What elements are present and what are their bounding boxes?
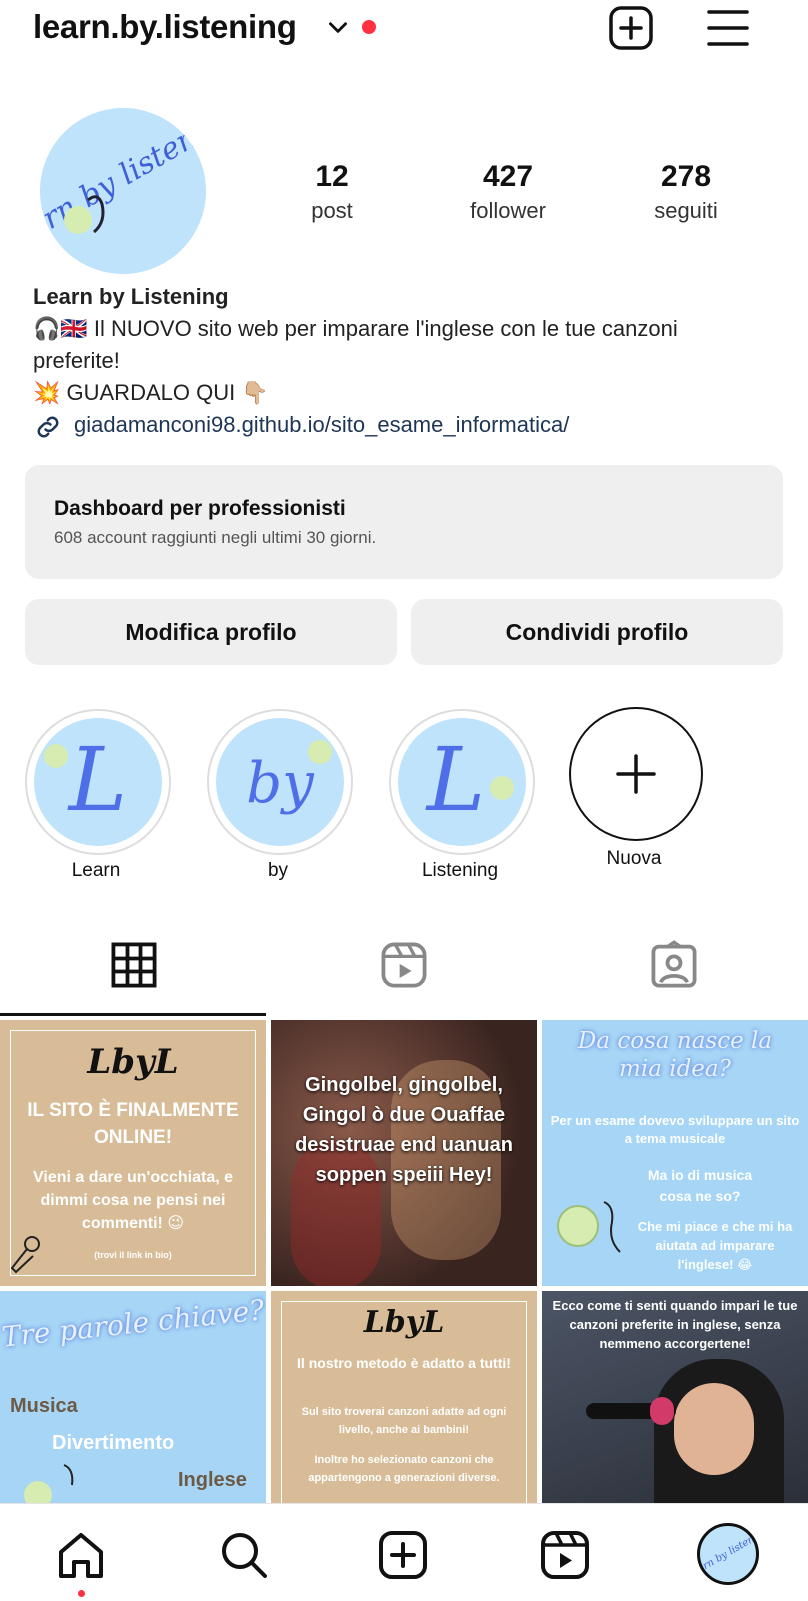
bio-line: 💥 GUARDALO QUI 👇🏼 bbox=[33, 380, 269, 405]
highlight-cover: L bbox=[44, 728, 127, 831]
professional-dashboard-card[interactable] bbox=[25, 465, 783, 579]
highlight-cover: by bbox=[246, 740, 332, 816]
globe-headphones-icon bbox=[557, 1201, 621, 1253]
bio-line: 🎧🇬🇧 Il NUOVO sito web per imparare l'ing… bbox=[33, 316, 678, 341]
highlight-label: Nuova bbox=[606, 848, 662, 869]
post-title: Il nostro metodo è adatto a tutti! bbox=[297, 1355, 511, 1371]
post-body: Inoltre ho selezionato canzoni che appar… bbox=[308, 1454, 500, 1485]
post-caption: Gingolbel, gingolbel, Gingol ò due Ouaff… bbox=[295, 1074, 513, 1186]
post-caption: Ecco come ti senti quando impari le tue … bbox=[552, 1298, 798, 1351]
stat-value: 278 bbox=[660, 160, 712, 193]
avatar-logo: Learn by listening bbox=[700, 1526, 756, 1582]
highlight-label: Learn bbox=[71, 860, 121, 881]
keyword: Divertimento bbox=[52, 1432, 175, 1454]
reels-nav-icon[interactable] bbox=[538, 1528, 592, 1582]
avatar-logo: Learn by listening bbox=[40, 108, 206, 274]
home-icon[interactable] bbox=[54, 1528, 108, 1582]
post-tile[interactable]: Ecco come ti senti quando impari le tue … bbox=[542, 1291, 808, 1503]
microphone-icon bbox=[10, 1236, 40, 1274]
post-logo: LbyL bbox=[363, 1305, 445, 1340]
highlight-listening[interactable]: L bbox=[389, 709, 535, 855]
bio-link[interactable]: giadamanconi98.github.io/sito_esame_info… bbox=[74, 412, 569, 438]
grid-icon[interactable] bbox=[108, 939, 160, 991]
chevron-down-icon[interactable] bbox=[325, 14, 351, 40]
dashboard-subtitle: 608 account raggiunti negli ultimi 30 gi… bbox=[54, 528, 377, 547]
profile-avatar-nav[interactable]: Learn by listening bbox=[697, 1523, 759, 1585]
svg-text:L: L bbox=[425, 728, 485, 831]
stat-label: follower bbox=[470, 198, 546, 223]
link-icon bbox=[37, 416, 59, 438]
post-body: Sul sito troverai canzoni adatte ad ogni… bbox=[301, 1406, 507, 1437]
post-tile[interactable]: LbyL Il nostro metodo è adatto a tutti! … bbox=[271, 1291, 537, 1503]
keyword: Musica bbox=[10, 1395, 78, 1417]
highlight-label: Listening bbox=[421, 860, 499, 881]
stat-posts[interactable]: 12 post bbox=[257, 160, 407, 224]
svg-text:Learn by listening: Learn by listening bbox=[700, 1526, 756, 1582]
keyword: Inglese bbox=[178, 1469, 247, 1491]
tagged-icon[interactable] bbox=[648, 939, 700, 991]
search-icon[interactable] bbox=[217, 1528, 271, 1582]
post-title: IL SITO È FINALMENTE ONLINE! bbox=[27, 1100, 239, 1148]
post-body: Vieni a dare un'occhiata, e dimmi cosa n… bbox=[32, 1169, 234, 1233]
globe-headphones-icon bbox=[24, 1464, 74, 1503]
svg-text:by: by bbox=[246, 751, 315, 816]
profile-display-name: Learn by Listening bbox=[33, 284, 229, 309]
post-body: Che mi piace e che mi ha aiutata ad impa… bbox=[637, 1219, 793, 1272]
post-tile[interactable]: Tre parole chiave? Musica Divertimento I… bbox=[0, 1291, 266, 1503]
home-notification-dot bbox=[78, 1590, 85, 1597]
active-tab-indicator bbox=[0, 1013, 266, 1016]
profile-username[interactable]: learn.by.listening bbox=[33, 8, 297, 46]
plus-icon bbox=[616, 754, 656, 794]
edit-profile-button[interactable]: Modifica profilo bbox=[25, 599, 397, 665]
post-tile[interactable]: Da cosa nasce la mia idea? Per un esame … bbox=[542, 1020, 808, 1286]
notification-dot bbox=[362, 20, 376, 34]
profile-avatar[interactable]: Learn by listening bbox=[40, 108, 206, 274]
new-post-icon[interactable] bbox=[606, 3, 656, 53]
stat-label: post bbox=[311, 198, 353, 223]
post-tile[interactable]: Gingolbel, gingolbel, Gingol ò due Ouaff… bbox=[271, 1020, 537, 1286]
share-profile-button[interactable]: Condividi profilo bbox=[411, 599, 783, 665]
bio-line: preferite! bbox=[33, 348, 120, 373]
stat-followers[interactable]: 427 follower bbox=[433, 160, 583, 224]
reels-icon[interactable] bbox=[378, 939, 430, 991]
highlight-learn[interactable]: L bbox=[25, 709, 171, 855]
stat-following[interactable]: 278 seguiti bbox=[611, 160, 761, 224]
new-highlight-button[interactable] bbox=[569, 707, 703, 841]
menu-icon[interactable] bbox=[703, 3, 753, 53]
post-logo: LbyL bbox=[87, 1042, 179, 1082]
stat-value: 12 bbox=[315, 160, 349, 193]
post-title: Da cosa nasce la mia idea? bbox=[577, 1028, 773, 1082]
highlight-by[interactable]: by bbox=[207, 709, 353, 855]
post-title: Tre parole chiave? bbox=[0, 1293, 266, 1354]
create-icon[interactable] bbox=[376, 1528, 430, 1582]
dashboard-title: Dashboard per professionisti bbox=[54, 497, 346, 520]
highlight-cover: L bbox=[425, 728, 514, 831]
stat-value: 427 bbox=[482, 160, 534, 193]
post-body: Per un esame dovevo sviluppare un sito a… bbox=[550, 1113, 800, 1147]
post-tile[interactable]: LbyL IL SITO È FINALMENTE ONLINE! Vieni … bbox=[0, 1020, 266, 1286]
stat-label: seguiti bbox=[654, 198, 718, 223]
highlight-label: by bbox=[267, 860, 289, 881]
svg-text:L: L bbox=[67, 728, 127, 831]
